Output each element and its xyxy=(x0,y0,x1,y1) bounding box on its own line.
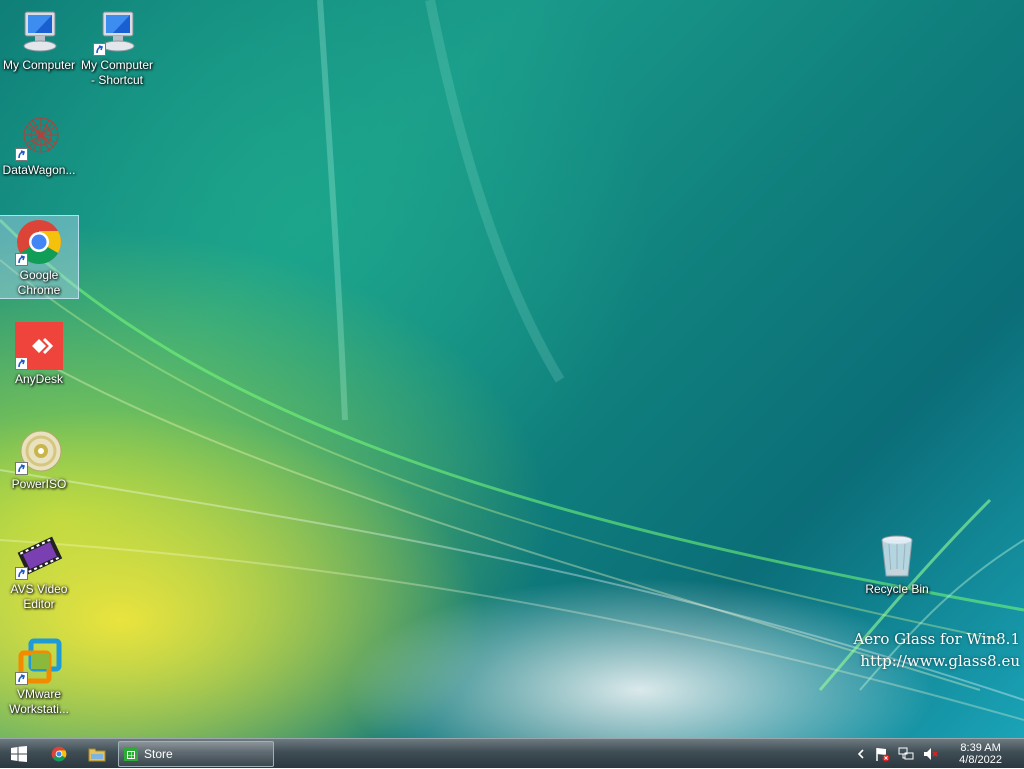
taskbar: Store 8:39 AM 4/8/2022 xyxy=(0,738,1024,768)
windows-logo-icon xyxy=(11,746,27,762)
chrome-icon xyxy=(15,218,63,266)
file-explorer-icon xyxy=(88,748,106,762)
desktop-icon-anydesk[interactable]: AnyDesk xyxy=(0,322,78,387)
datawagon-icon xyxy=(15,113,63,161)
icon-label: VMware Workstati... xyxy=(9,687,69,716)
icon-label: DataWagon... xyxy=(2,163,76,177)
icon-label: My Computer xyxy=(2,58,76,72)
computer-icon xyxy=(93,8,141,56)
anydesk-icon xyxy=(15,322,63,370)
shortcut-arrow-icon xyxy=(93,43,106,56)
taskbar-task-store[interactable]: Store xyxy=(118,741,274,767)
icon-label: Recycle Bin xyxy=(865,582,929,596)
desktop-icon-recycle-bin[interactable]: Recycle Bin xyxy=(858,532,936,597)
chrome-icon xyxy=(51,746,67,762)
system-tray xyxy=(852,739,942,769)
task-label: Store xyxy=(144,747,173,761)
watermark-url: http://www.glass8.eu xyxy=(860,652,1020,670)
recycle-bin-icon xyxy=(873,532,921,580)
desktop-icon-my-computer-shortcut[interactable]: My Computer - Shortcut xyxy=(78,8,156,88)
aero-glass-watermark: Aero Glass for Win8.1 http://www.glass8.… xyxy=(853,628,1020,672)
desktop-icon-google-chrome[interactable]: Google Chrome xyxy=(0,215,79,299)
taskbar-clock[interactable]: 8:39 AM 4/8/2022 xyxy=(959,742,1002,766)
desktop-icon-my-computer[interactable]: My Computer xyxy=(0,8,78,73)
icon-label: Google Chrome xyxy=(17,268,61,297)
shortcut-arrow-icon xyxy=(15,357,28,370)
avs-video-editor-icon xyxy=(15,532,63,580)
shortcut-arrow-icon xyxy=(15,462,28,475)
watermark-title: Aero Glass for Win8.1 xyxy=(853,630,1020,648)
desktop-background[interactable]: My Computer My Computer - Shortcut DataW… xyxy=(0,0,1024,738)
shortcut-arrow-icon xyxy=(15,148,28,161)
desktop-icon-avs-video-editor[interactable]: AVS Video Editor xyxy=(0,532,78,612)
icon-label: AVS Video Editor xyxy=(10,582,68,611)
computer-icon xyxy=(15,8,63,56)
poweriso-icon xyxy=(15,427,63,475)
icon-label: PowerISO xyxy=(11,477,67,491)
clock-time: 8:39 AM xyxy=(960,742,1001,754)
chevron-left-icon[interactable] xyxy=(852,749,870,759)
icon-label: My Computer - Shortcut xyxy=(80,58,154,87)
action-center-flag-icon[interactable] xyxy=(870,746,894,762)
network-icon[interactable] xyxy=(894,746,918,762)
shortcut-arrow-icon xyxy=(15,253,28,266)
taskbar-pinned-file-explorer[interactable] xyxy=(80,741,114,767)
clock-date: 4/8/2022 xyxy=(959,754,1002,766)
desktop-icon-poweriso[interactable]: PowerISO xyxy=(0,427,78,492)
vmware-icon xyxy=(15,637,63,685)
shortcut-arrow-icon xyxy=(15,567,28,580)
taskbar-pinned-chrome[interactable] xyxy=(42,741,76,767)
icon-label: AnyDesk xyxy=(14,372,64,386)
desktop-icon-datawagon[interactable]: DataWagon... xyxy=(0,113,78,178)
desktop-icon-vmware-workstation[interactable]: VMware Workstati... xyxy=(0,637,78,717)
shortcut-arrow-icon xyxy=(15,672,28,685)
volume-muted-icon[interactable] xyxy=(918,746,942,762)
store-icon xyxy=(124,747,138,761)
start-button[interactable] xyxy=(2,741,36,767)
